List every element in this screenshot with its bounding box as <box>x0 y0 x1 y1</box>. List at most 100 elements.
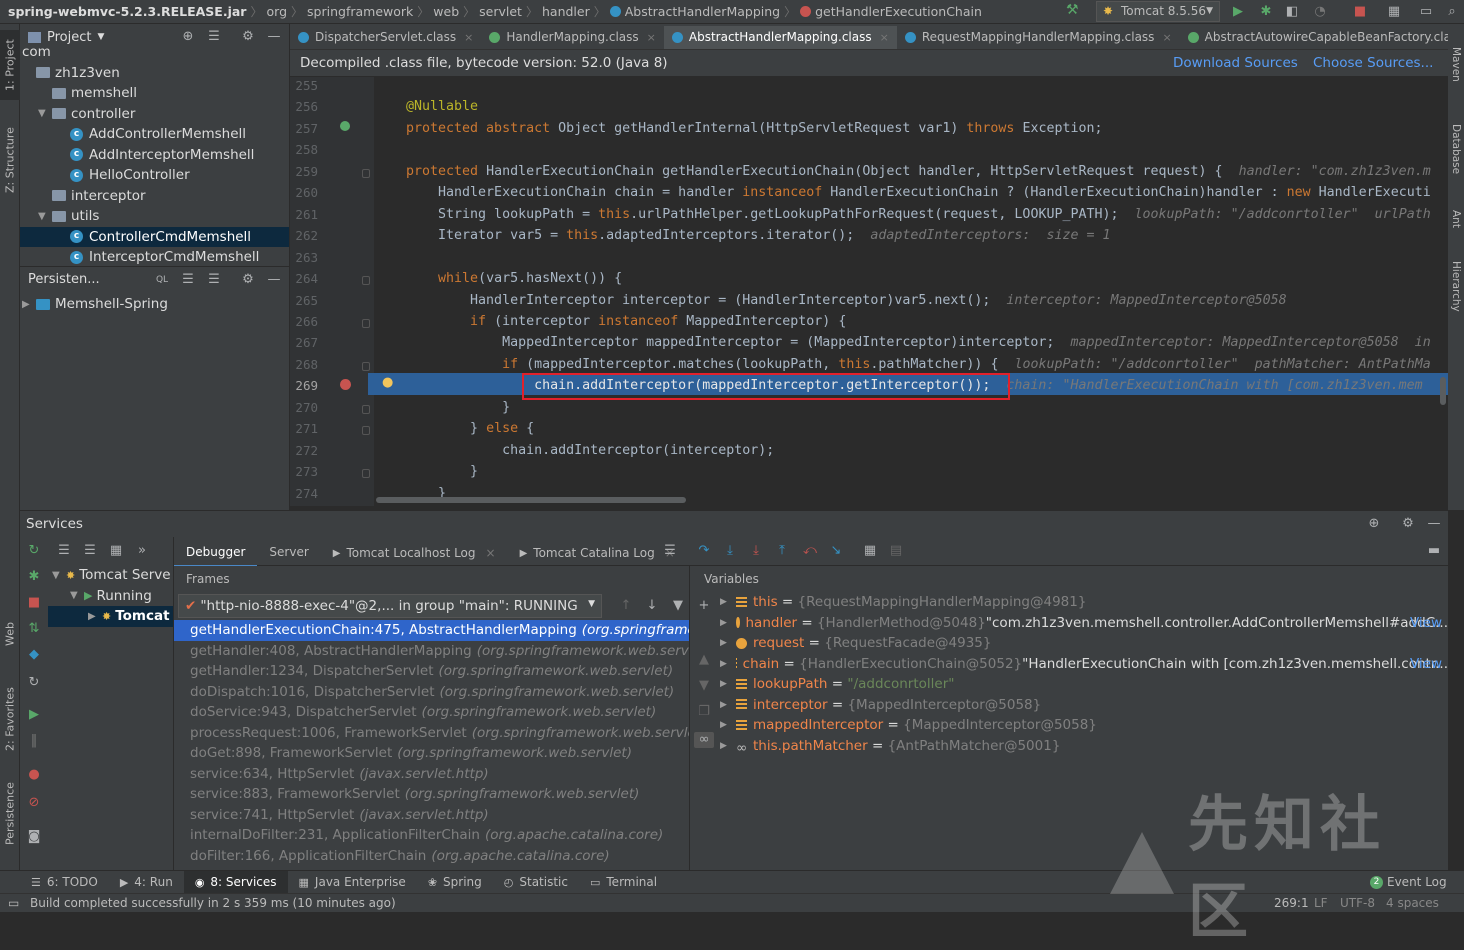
run-configuration-select[interactable]: ✸ Tomcat 8.5.56 ▼ <box>1096 1 1220 22</box>
evaluate-icon[interactable]: ▦ <box>862 543 878 559</box>
mute-breakpoints-icon[interactable]: ⊘ <box>26 795 42 811</box>
view-breakpoints-icon[interactable]: ● <box>26 767 42 783</box>
variable-row[interactable]: ▶ this = {RequestMappingHandlerMapping@49… <box>690 592 1448 613</box>
stack-frame[interactable]: getHandler:1234, DispatcherServlet (org.s… <box>174 661 689 682</box>
chevron-right-icon[interactable]: ▶ <box>720 720 727 730</box>
expand-all-icon[interactable]: ☰ <box>180 272 196 288</box>
stack-frame[interactable]: service:883, FrameworkServlet (org.spring… <box>174 784 689 805</box>
project-tree-item[interactable]: c AddControllerMemshell <box>20 124 289 145</box>
drop-frame-icon[interactable]: ⤺ <box>802 543 818 559</box>
variable-row[interactable]: ▶ request = {RequestFacade@4935} <box>690 633 1448 654</box>
stack-frame[interactable]: processRequest:1006, FrameworkServlet (or… <box>174 723 689 744</box>
project-title[interactable]: Project <box>47 30 91 45</box>
chevron-right-icon[interactable]: ▶ <box>720 679 727 689</box>
project-tree-item[interactable]: c AddInterceptorMemshell <box>20 145 289 166</box>
group-icon[interactable]: ▦ <box>108 543 124 559</box>
ql-icon[interactable]: QL <box>154 272 170 288</box>
project-tree-item[interactable]: com <box>20 42 289 63</box>
close-icon[interactable]: × <box>1162 31 1171 44</box>
view-link[interactable]: View <box>1410 615 1442 631</box>
stack-frame[interactable]: internalDoFilter:231, ApplicationFilterC… <box>174 825 689 846</box>
bottom-tool-tab[interactable]: ☰ 6: TODO <box>20 871 109 894</box>
trace-icon[interactable]: ▤ <box>888 543 904 559</box>
chevron-down-icon[interactable]: ▼ <box>70 590 84 601</box>
fold-icon[interactable] <box>362 426 370 436</box>
breadcrumb-item[interactable]: springframework <box>303 4 417 19</box>
run-to-cursor-icon[interactable]: ↘ <box>828 543 844 559</box>
gear-icon[interactable]: ⚙ <box>1400 516 1416 532</box>
debug-icon[interactable]: ✱ <box>26 569 42 585</box>
close-icon[interactable]: × <box>464 31 473 44</box>
breadcrumb-item[interactable]: handler <box>538 4 594 19</box>
debugger-tab[interactable]: Server <box>257 537 320 566</box>
variable-row[interactable]: ▶ mappedInterceptor = {MappedInterceptor@… <box>690 715 1448 736</box>
stack-frame[interactable]: doService:943, DispatcherServlet (org.spr… <box>174 702 689 723</box>
minimize-icon[interactable]: — <box>1426 516 1442 532</box>
step-into-icon[interactable]: ⤓ <box>722 543 738 559</box>
bottom-tool-tab[interactable]: ◴ Statistic <box>493 871 579 894</box>
chevron-right-icon[interactable]: ▶ <box>720 618 727 628</box>
variable-row[interactable]: ▶ handler = {HandlerMethod@5048} "com.zh1… <box>690 613 1448 634</box>
web-tool-tab[interactable]: Web <box>0 614 20 654</box>
stack-frame[interactable]: getHandler:408, AbstractHandlerMapping (o… <box>174 641 689 662</box>
stack-frame[interactable]: doDispatch:1016, DispatcherServlet (org.s… <box>174 682 689 703</box>
update-icon[interactable]: ◆ <box>26 647 42 663</box>
persistence-item[interactable]: ▶ Memshell-Spring <box>20 294 168 314</box>
close-icon[interactable]: × <box>880 31 889 44</box>
fold-icon[interactable] <box>362 318 370 328</box>
gear-icon[interactable]: ⚙ <box>240 272 256 288</box>
chevron-down-icon[interactable]: ▼ <box>38 108 52 119</box>
project-tree-item[interactable]: c ControllerCmdMemshell <box>20 226 289 247</box>
chevron-right-icon[interactable]: ▶ <box>720 659 727 669</box>
breadcrumb-item[interactable]: AbstractHandlerMapping <box>621 4 784 19</box>
breadcrumb-item[interactable]: web <box>429 4 463 19</box>
locate-icon[interactable]: ⊕ <box>180 29 196 45</box>
favorites-tool-tab[interactable]: 2: Favorites <box>0 674 20 764</box>
variable-row[interactable]: ▶ interceptor = {MappedInterceptor@5058} <box>690 695 1448 716</box>
run-icon[interactable]: ▶ <box>1230 4 1246 20</box>
search-icon[interactable]: ⌕ <box>1444 4 1460 20</box>
project-tree-item[interactable]: c InterceptorCmdMemshell <box>20 247 289 268</box>
variable-row[interactable]: ▶ chain = {HandlerExecutionChain@5052} "H… <box>690 654 1448 675</box>
debugger-tab[interactable]: Debugger <box>174 539 258 568</box>
view-link[interactable]: View <box>1410 656 1442 672</box>
project-tree-item[interactable]: ▼ controller <box>20 104 289 125</box>
chevron-right-icon[interactable]: ▶ <box>88 611 102 622</box>
debugger-tab[interactable]: ▶ Tomcat Catalina Log × <box>508 539 687 568</box>
editor-tab[interactable]: AbstractAutowireCapableBeanFactory.class… <box>1180 24 1448 49</box>
breadcrumb-item[interactable]: org <box>263 4 292 19</box>
fold-icon[interactable] <box>362 276 370 286</box>
coverage-icon[interactable]: ◧ <box>1284 4 1300 20</box>
horizontal-scrollbar[interactable] <box>376 497 686 503</box>
fold-icon[interactable] <box>362 404 370 414</box>
project-tool-tab[interactable]: 1: Project <box>0 30 20 100</box>
project-tree-item[interactable]: interceptor <box>20 186 289 207</box>
ant-tool-tab[interactable]: Ant <box>1448 199 1464 239</box>
editor-tab[interactable]: DispatcherServlet.class × <box>290 24 481 49</box>
expand-all-icon[interactable]: ☰ <box>56 543 72 559</box>
variable-row[interactable]: ▶ ∞ this.pathMatcher = {AntPathMatcher@500… <box>690 736 1448 757</box>
force-step-into-icon[interactable]: ⤓ <box>748 543 764 559</box>
breadcrumb-item[interactable]: servlet <box>475 4 526 19</box>
chevron-right-icon[interactable]: ▶ <box>720 700 727 710</box>
download-sources-link[interactable]: Download Sources <box>1173 55 1298 71</box>
code-editor[interactable]: 255 256 257 258 259 260 261 262 263 264 265 266 267 2… <box>290 77 1448 506</box>
globe-icon[interactable]: ⊕ <box>1366 516 1382 532</box>
debugger-tab[interactable]: ▶ Tomcat Localhost Log × <box>321 539 508 568</box>
bottom-tool-tab[interactable]: ❀ Spring <box>417 871 493 894</box>
collapse-all-icon[interactable]: ☰ <box>206 272 222 288</box>
editor-tab[interactable]: AbstractHandlerMapping.class × <box>663 25 897 49</box>
up-arrow-icon[interactable]: ↑ <box>618 598 634 614</box>
editor-tab[interactable]: RequestMappingHandlerMapping.class × <box>897 24 1180 49</box>
minimize-icon[interactable]: — <box>266 29 282 45</box>
database-tool-tab[interactable]: Database <box>1448 104 1464 194</box>
bottom-tool-tab[interactable]: ▭ Terminal <box>579 871 668 894</box>
pause-icon[interactable]: ‖ <box>26 733 42 749</box>
layout-icon[interactable]: ▬ <box>1426 543 1442 559</box>
step-out-icon[interactable]: ⤒ <box>774 543 790 559</box>
collapse-all-icon[interactable]: ☰ <box>82 543 98 559</box>
lightbulb-icon[interactable]: ● <box>382 375 393 390</box>
bottom-tool-tab[interactable]: ▦ Java Enterprise <box>288 871 417 894</box>
thread-select[interactable]: ✔ "http-nio-8888-exec-4"@2,... in group … <box>178 594 602 618</box>
stack-frame[interactable]: doFilter:166, ApplicationFilterChain (org… <box>174 846 689 867</box>
